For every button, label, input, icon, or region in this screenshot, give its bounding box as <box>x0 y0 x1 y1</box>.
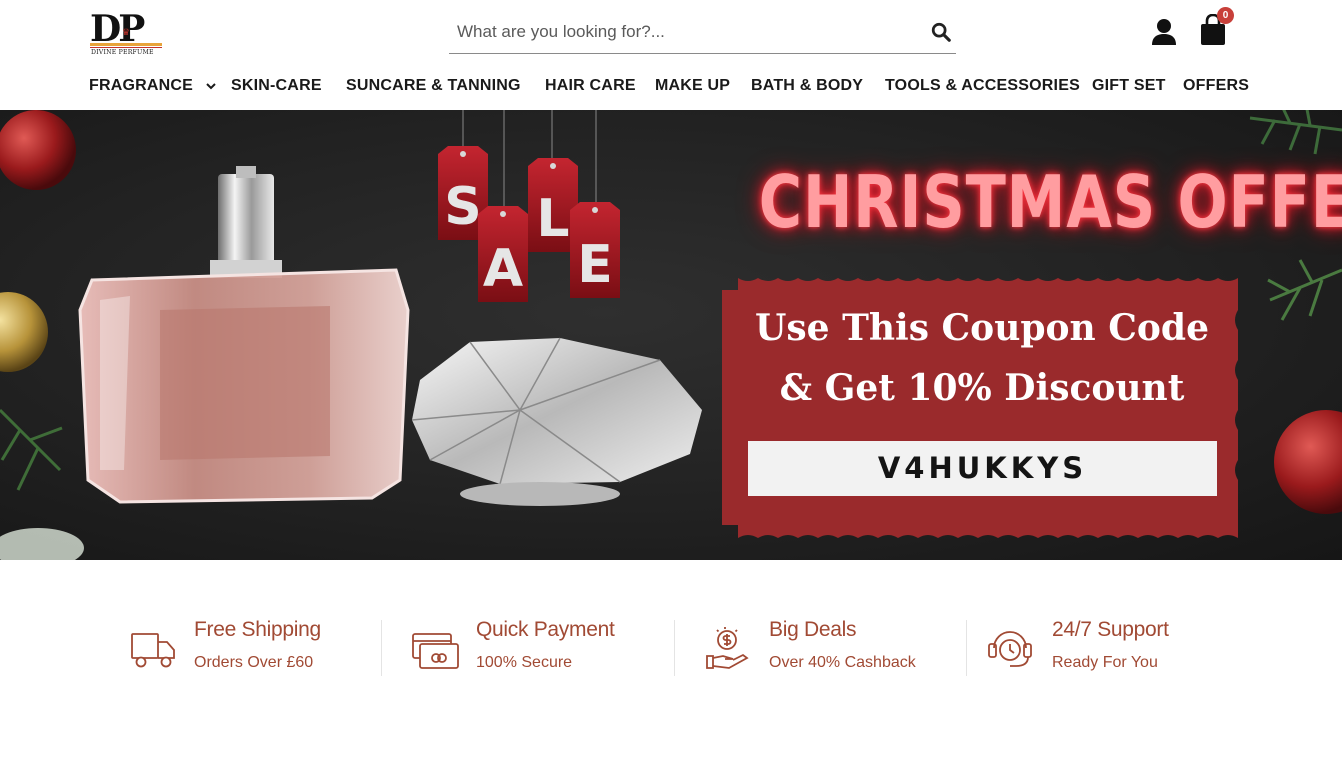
christmas-offer-title: CHRISTMAS OFFER <box>758 160 1342 244</box>
feature-title: Quick Payment <box>476 618 615 641</box>
nav-item-label: FRAGRANCE <box>89 77 194 94</box>
feature-subtitle: 100% Secure <box>476 654 573 671</box>
chevron-down-icon <box>205 83 216 90</box>
nav-item-make-up[interactable]: MAKE UP <box>655 72 730 100</box>
sale-letter-e: E <box>577 235 613 295</box>
pine-branch-top-right <box>1249 110 1342 155</box>
ornament-red-right <box>1274 410 1342 514</box>
nav-item-gift-set[interactable]: GIFT SET <box>1092 72 1166 100</box>
search-bar <box>449 12 956 54</box>
sale-letter-s: S <box>444 177 481 237</box>
ornament-gold-left <box>0 292 48 372</box>
feature-title: 24/7 Support <box>1052 618 1169 641</box>
cart-count-badge: 0 <box>1217 7 1234 24</box>
headset-icon <box>988 631 1032 667</box>
pine-branch-right <box>1267 259 1342 321</box>
search-icon[interactable] <box>930 21 952 43</box>
nav-item-bath-body[interactable]: BATH & BODY <box>751 72 863 100</box>
nav-item-suncare-tanning[interactable]: SUNCARE & TANNING <box>346 72 521 100</box>
credit-card-icon <box>412 633 459 669</box>
ornament-red-top-left <box>0 110 76 190</box>
crystal-stopper-image <box>411 337 702 506</box>
nav-item-hair-care[interactable]: HAIR CARE <box>545 72 636 100</box>
pine-branch-left <box>0 408 63 491</box>
feature-divider <box>381 620 382 676</box>
sale-letter-l: L <box>536 189 569 249</box>
crown-icon: ♛ <box>122 27 131 37</box>
truck-icon <box>131 633 175 668</box>
feature-subtitle: Ready For You <box>1052 654 1158 671</box>
logo[interactable]: DP ♛ DIVINE PERFUME <box>90 9 164 56</box>
feature-subtitle: Over 40% Cashback <box>769 654 916 671</box>
nav-item-tools-accessories[interactable]: TOOLS & ACCESSORIES <box>885 72 1080 100</box>
perfume-bottle-image <box>78 166 410 504</box>
money-hand-icon <box>706 627 749 669</box>
main-nav: FRAGRANCE SKIN-CARE SUNCARE & TANNING HA… <box>0 72 1342 102</box>
feature-subtitle: Orders Over £60 <box>194 654 314 671</box>
feature-divider <box>674 620 675 676</box>
coupon-text-line2: & Get 10% Discount <box>779 367 1185 409</box>
ornament-pale-bottom-left <box>0 528 84 560</box>
feature-divider <box>966 620 967 676</box>
coupon-code-box[interactable]: V4HUKKYS <box>748 441 1217 496</box>
nav-item-fragrance[interactable]: FRAGRANCE <box>89 72 216 100</box>
logo-subtitle: DIVINE PERFUME <box>91 49 154 56</box>
logo-stripe-thin <box>90 47 162 48</box>
christmas-offer-banner[interactable]: S L A E CHRISTMAS OFFER Use This Coupon … <box>0 110 1342 560</box>
feature-title: Free Shipping <box>194 618 321 641</box>
user-icon[interactable] <box>1151 18 1177 46</box>
feature-title: Big Deals <box>769 618 857 641</box>
coupon-text-line1: Use This Coupon Code <box>754 307 1209 349</box>
search-input[interactable] <box>449 12 909 52</box>
sale-letter-a: A <box>483 239 523 299</box>
nav-item-skin-care[interactable]: SKIN-CARE <box>231 72 322 100</box>
logo-stripe <box>90 43 162 46</box>
nav-item-offers[interactable]: OFFERS <box>1183 72 1249 100</box>
